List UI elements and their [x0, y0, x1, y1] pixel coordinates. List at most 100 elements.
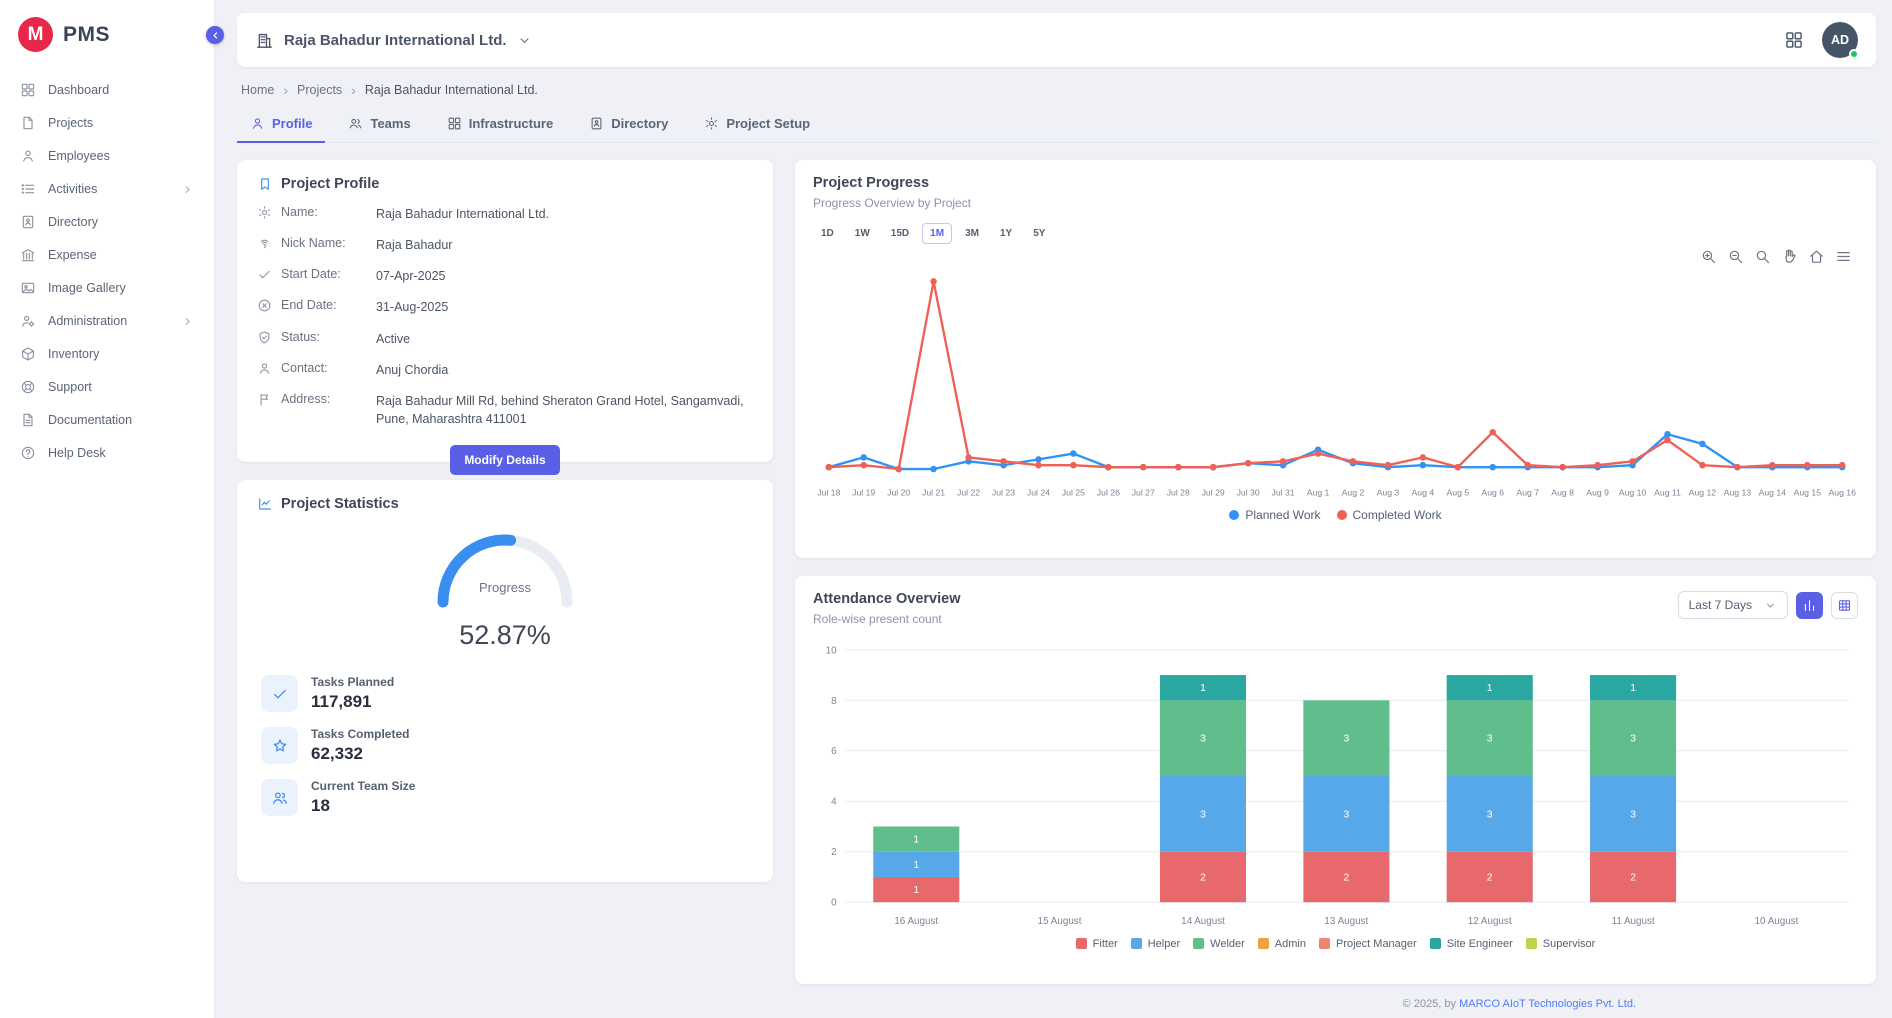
svg-text:Aug 2: Aug 2 — [1342, 488, 1365, 498]
check-icon — [257, 267, 272, 282]
svg-text:Jul 18: Jul 18 — [817, 488, 840, 498]
legend-item[interactable]: Site Engineer — [1430, 938, 1513, 950]
reset-zoom-home-icon[interactable] — [1808, 248, 1825, 265]
legend-item[interactable]: Project Manager — [1319, 938, 1417, 950]
svg-text:Aug 5: Aug 5 — [1447, 488, 1470, 498]
zoom-out-icon[interactable] — [1727, 248, 1744, 265]
stat-value: 117,891 — [311, 692, 394, 712]
sidebar-item-employees[interactable]: Employees — [10, 141, 204, 171]
sidebar-item-image-gallery[interactable]: Image Gallery — [10, 273, 204, 303]
selection-zoom-icon[interactable] — [1754, 248, 1771, 265]
sidebar-item-administration[interactable]: Administration — [10, 306, 204, 336]
projects-icon — [20, 115, 36, 131]
legend-item[interactable]: Supervisor — [1526, 938, 1596, 950]
chevron-right-icon — [181, 315, 194, 328]
project-progress-card: Project Progress Progress Overview by Pr… — [795, 160, 1876, 558]
avatar-initials: AD — [1831, 33, 1849, 47]
chevron-down-icon — [517, 33, 532, 48]
field-end-date: End Date: 31-Aug-2025 — [257, 298, 753, 316]
sidebar-item-documentation[interactable]: Documentation — [10, 405, 204, 435]
zoom-in-icon[interactable] — [1700, 248, 1717, 265]
breadcrumb-separator: › — [351, 82, 356, 98]
range-button-1w[interactable]: 1W — [847, 223, 878, 244]
stat-label: Tasks Completed — [311, 727, 409, 741]
company-selector[interactable]: Raja Bahadur International Ltd. — [255, 31, 532, 50]
field-label: Status: — [281, 330, 367, 344]
range-button-15d[interactable]: 15D — [883, 223, 917, 244]
field-label: Contact: — [281, 361, 367, 375]
user-avatar[interactable]: AD — [1822, 22, 1858, 58]
modify-details-button[interactable]: Modify Details — [450, 445, 559, 475]
dashboard-icon — [20, 82, 36, 98]
range-button-5y[interactable]: 5Y — [1025, 223, 1053, 244]
svg-text:Aug 4: Aug 4 — [1412, 488, 1435, 498]
sidebar-item-projects[interactable]: Projects — [10, 108, 204, 138]
sidebar-collapse-button[interactable] — [206, 26, 224, 44]
chart-menu-icon[interactable] — [1835, 248, 1852, 265]
svg-text:Jul 24: Jul 24 — [1027, 488, 1050, 498]
attendance-bar-chart[interactable]: 024681011116 August15 August233114 Augus… — [813, 638, 1858, 934]
svg-text:8: 8 — [831, 696, 837, 707]
tab-label: Teams — [370, 116, 410, 131]
range-button-1d[interactable]: 1D — [813, 223, 842, 244]
table-view-toggle-button[interactable] — [1831, 592, 1858, 619]
tab-project-setup[interactable]: Project Setup — [691, 107, 823, 143]
sidebar-item-label: Image Gallery — [48, 281, 126, 295]
breadcrumb-projects[interactable]: Projects — [297, 83, 342, 97]
select-value: Last 7 Days — [1689, 598, 1752, 612]
pan-icon[interactable] — [1781, 248, 1798, 265]
svg-text:14 August: 14 August — [1181, 916, 1225, 927]
breadcrumb-current: Raja Bahadur International Ltd. — [365, 83, 538, 97]
legend-item[interactable]: Planned Work — [1229, 508, 1320, 522]
svg-text:Aug 7: Aug 7 — [1516, 488, 1539, 498]
stat-value: 18 — [311, 796, 415, 816]
support-icon — [20, 379, 36, 395]
legend-item[interactable]: Admin — [1258, 938, 1306, 950]
legend-item[interactable]: Helper — [1131, 938, 1180, 950]
sidebar-item-directory[interactable]: Directory — [10, 207, 204, 237]
chevron-left-icon — [210, 30, 221, 41]
svg-text:1: 1 — [913, 835, 919, 846]
attendance-overview-card: Attendance Overview Role-wise present co… — [795, 576, 1876, 984]
documentation-icon — [20, 412, 36, 428]
sidebar-item-dashboard[interactable]: Dashboard — [10, 75, 204, 105]
stats-list: Tasks Planned 117,891 Tasks Completed 62… — [257, 675, 753, 816]
range-button-1y[interactable]: 1Y — [992, 223, 1020, 244]
app-logo[interactable]: M PMS — [0, 0, 214, 64]
legend-swatch — [1193, 938, 1204, 949]
tab-profile[interactable]: Profile — [237, 107, 325, 143]
chart-view-toggle-button[interactable] — [1796, 592, 1823, 619]
progress-line-chart[interactable]: Jul 18Jul 19Jul 20Jul 21Jul 22Jul 23Jul … — [813, 256, 1858, 504]
range-button-3m[interactable]: 3M — [957, 223, 987, 244]
legend-item[interactable]: Fitter — [1076, 938, 1118, 950]
sidebar-item-inventory[interactable]: Inventory — [10, 339, 204, 369]
range-button-1m[interactable]: 1M — [922, 223, 952, 244]
legend-item[interactable]: Welder — [1193, 938, 1245, 950]
legend-label: Completed Work — [1353, 508, 1442, 522]
company-link[interactable]: MARCO AIoT Technologies Pvt. Ltd. — [1459, 998, 1636, 1010]
breadcrumb-home[interactable]: Home — [241, 83, 274, 97]
sidebar-item-expense[interactable]: Expense — [10, 240, 204, 270]
apps-grid-button[interactable] — [1784, 30, 1804, 50]
tab-infrastructure[interactable]: Infrastructure — [434, 107, 567, 143]
chart-icon — [257, 496, 273, 512]
table-icon — [1837, 598, 1852, 613]
tab-label: Profile — [272, 116, 312, 131]
sidebar-item-activities[interactable]: Activities — [10, 174, 204, 204]
tab-teams[interactable]: Teams — [335, 107, 423, 143]
check-icon — [261, 675, 298, 712]
svg-text:Jul 22: Jul 22 — [957, 488, 980, 498]
legend-item[interactable]: Completed Work — [1337, 508, 1442, 522]
legend-swatch — [1229, 510, 1239, 520]
field-nick-name: Nick Name: Raja Bahadur — [257, 236, 753, 254]
tab-directory[interactable]: Directory — [576, 107, 681, 143]
sidebar-item-help-desk[interactable]: Help Desk — [10, 438, 204, 468]
svg-text:2: 2 — [1200, 872, 1206, 883]
sidebar-item-label: Projects — [48, 116, 93, 130]
legend-label: Project Manager — [1336, 938, 1417, 950]
field-contact: Contact: Anuj Chordia — [257, 361, 753, 379]
sidebar-item-support[interactable]: Support — [10, 372, 204, 402]
sidebar-item-label: Help Desk — [48, 446, 106, 460]
team-icon — [261, 779, 298, 816]
attendance-range-select[interactable]: Last 7 Days — [1678, 591, 1788, 619]
